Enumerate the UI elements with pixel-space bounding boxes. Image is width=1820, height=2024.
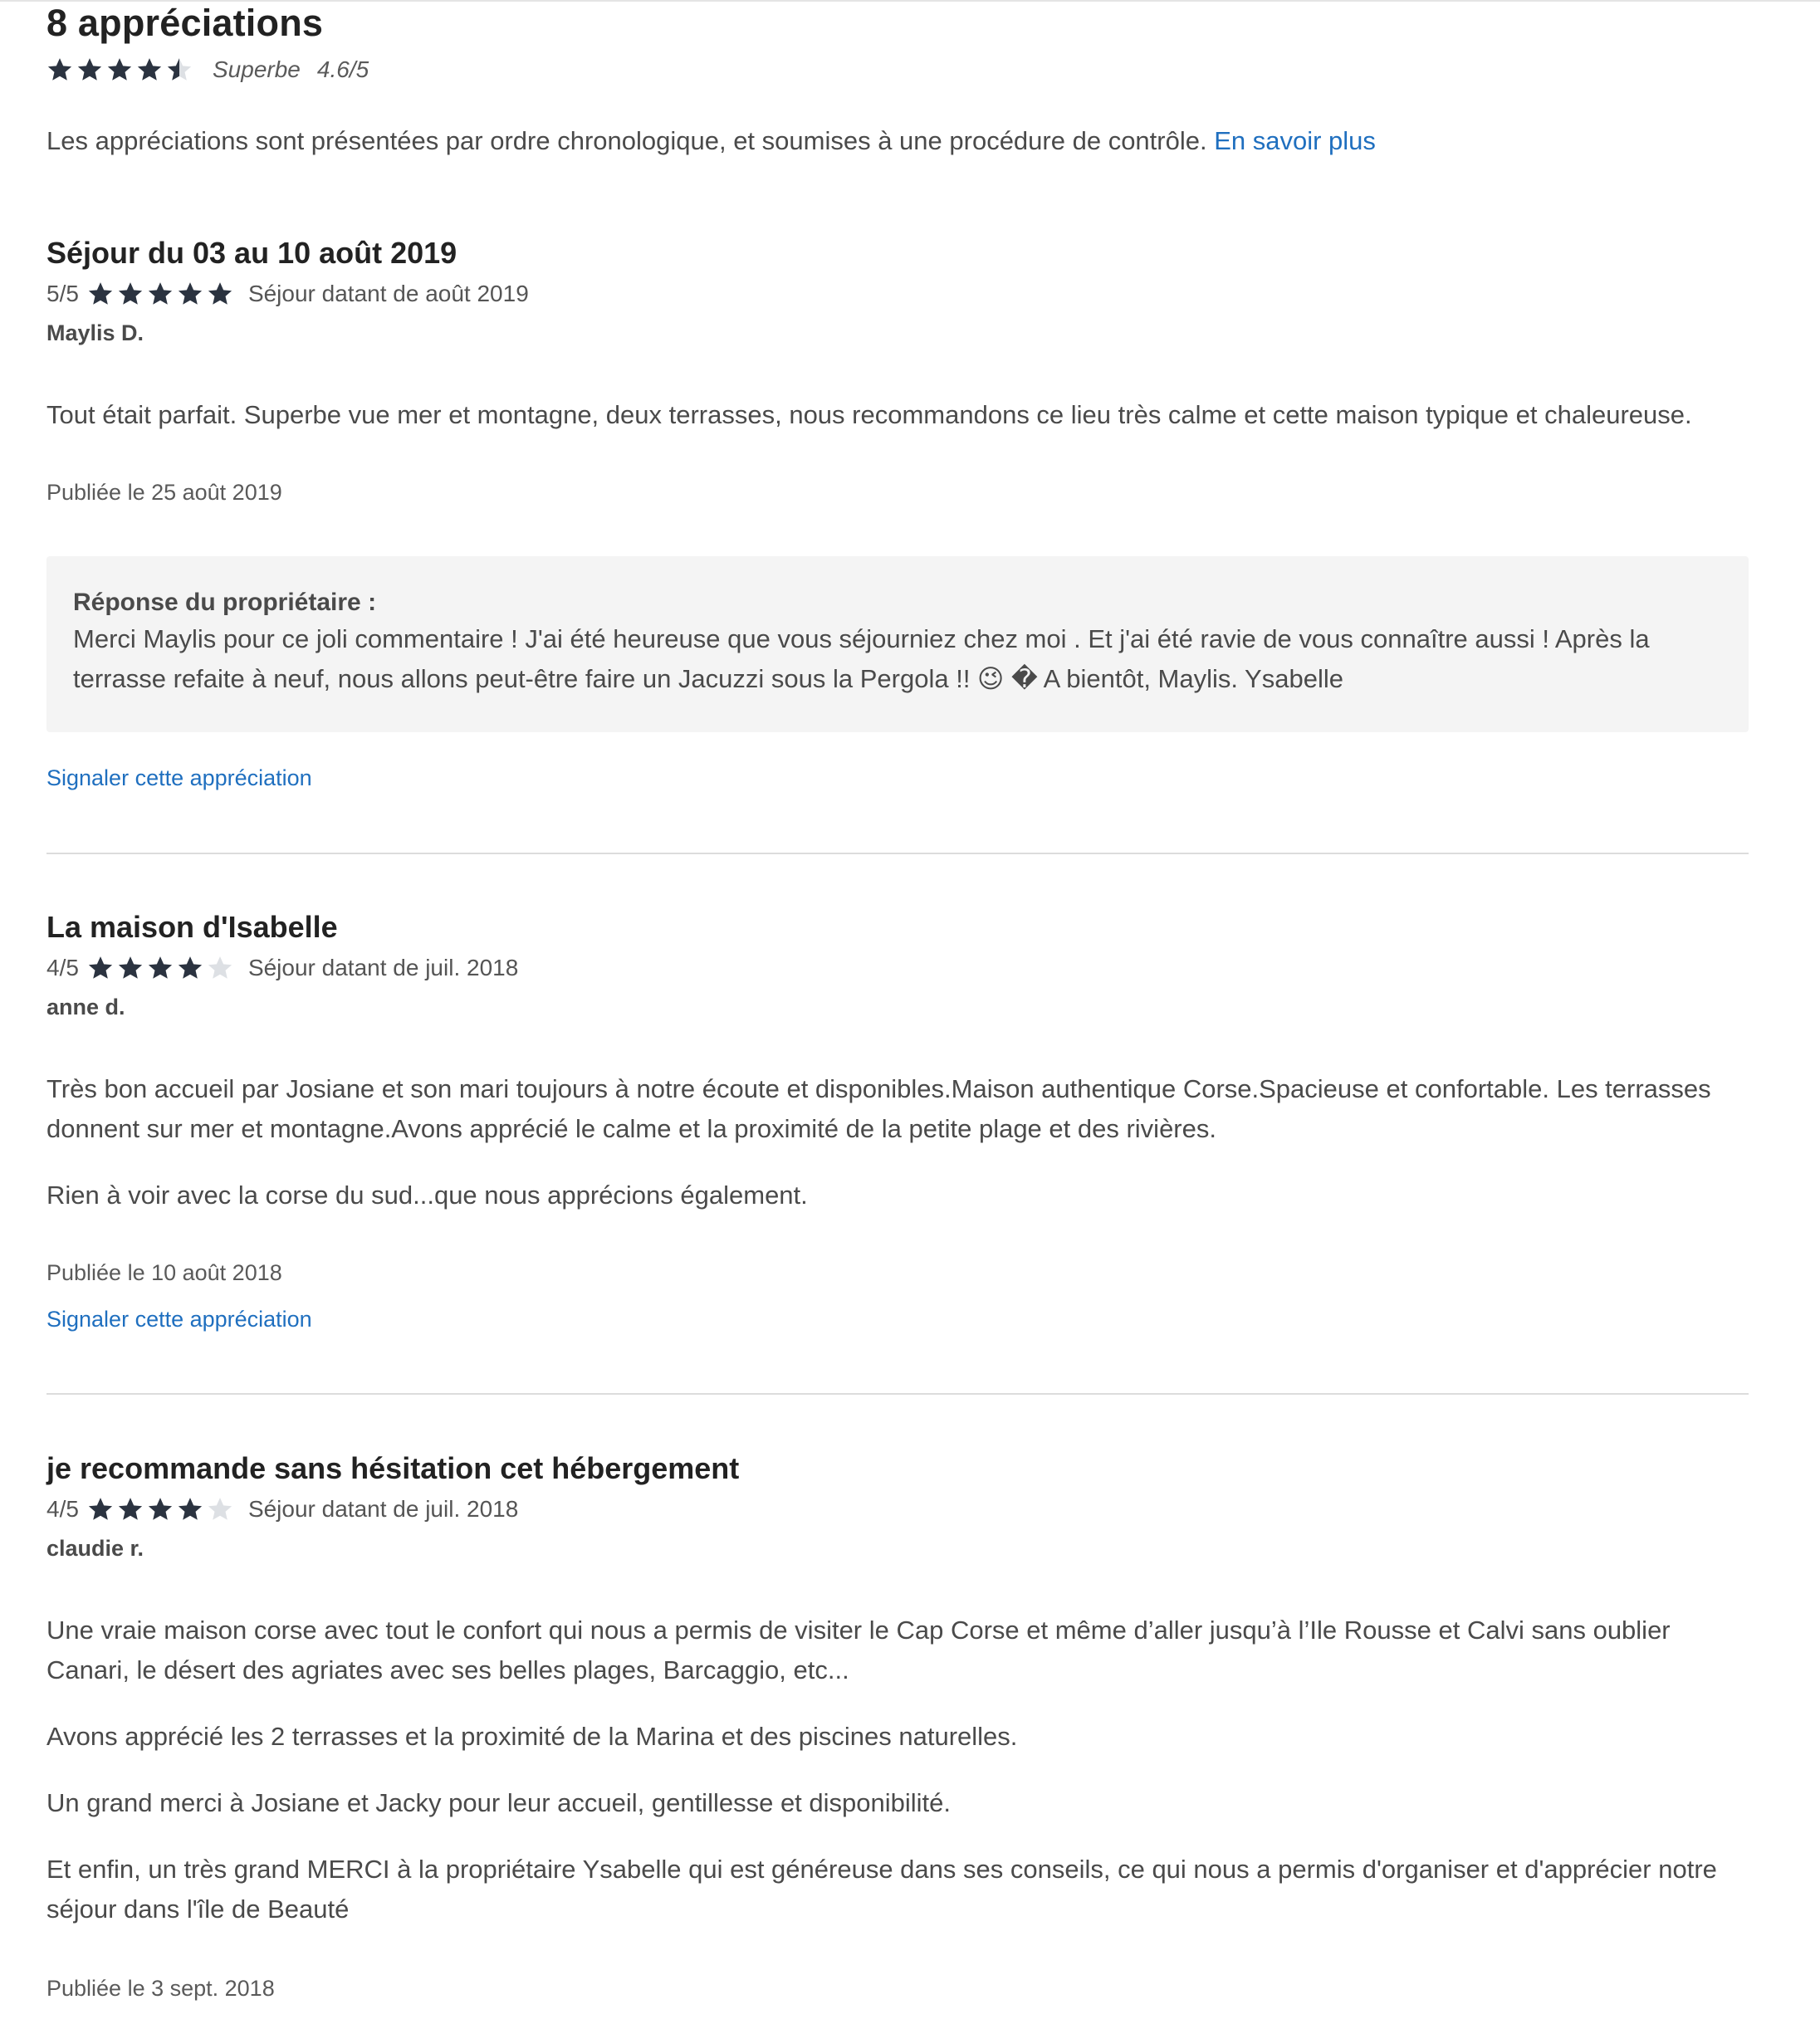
overall-rating-label: Superbe [213, 56, 301, 82]
star-half-icon [167, 58, 192, 81]
star-filled-icon [178, 282, 203, 305]
star-filled-icon [118, 282, 143, 305]
review-score: 4/5 [46, 1496, 79, 1522]
review-stay-date: Séjour datant de août 2019 [247, 281, 529, 306]
review-text: Une vraie maison corse avec tout le conf… [46, 1616, 1671, 1684]
review-stars [87, 281, 233, 307]
review-text: Avons apprécié les 2 terrasses et la pro… [46, 1722, 1018, 1751]
star-empty-icon [208, 956, 232, 979]
star-filled-icon [148, 282, 173, 305]
review-divider [46, 853, 1749, 854]
star-empty-icon [208, 1498, 232, 1520]
review-stars [87, 955, 233, 981]
owner-response: Réponse du propriétaire : Merci Maylis p… [46, 556, 1749, 732]
review-score: 4/5 [46, 955, 79, 980]
star-filled-icon [118, 956, 143, 979]
owner-response-text: Merci Maylis pour ce joli commentaire ! … [73, 624, 1650, 693]
star-filled-icon [77, 58, 102, 81]
reviews-intro: Les appréciations sont présentées par or… [46, 126, 1376, 156]
star-filled-icon [88, 282, 113, 305]
star-filled-icon [47, 58, 72, 81]
review-text: Un grand merci à Josiane et Jacky pour l… [46, 1788, 952, 1817]
star-filled-icon [148, 956, 173, 979]
star-filled-icon [107, 58, 132, 81]
learn-more-link[interactable]: En savoir plus [1214, 126, 1376, 155]
star-filled-icon [88, 1498, 113, 1520]
review-text: Rien à voir avec la corse du sud...que n… [46, 1181, 808, 1210]
reviews-count-title: 8 appréciations [46, 2, 324, 44]
star-filled-icon [178, 956, 203, 979]
star-filled-icon [118, 1498, 143, 1520]
review-rating: 4/5 Séjour datant de juil. 2018 [46, 1493, 518, 1526]
review-divider [46, 1393, 1749, 1395]
star-filled-icon [148, 1498, 173, 1520]
review-stay-date: Séjour datant de juil. 2018 [247, 955, 519, 980]
reviews-intro-text: Les appréciations sont présentées par or… [46, 126, 1215, 155]
review-rating: 5/5 Séjour datant de août 2019 [46, 277, 529, 310]
review-author: Maylis D. [46, 320, 144, 345]
overall-rating-score: 4.6/5 [316, 56, 369, 82]
review-title: je recommande sans hésitation cet héberg… [46, 1451, 740, 1485]
star-filled-icon [208, 282, 232, 305]
star-filled-icon [137, 58, 162, 81]
owner-response-label: Réponse du propriétaire : [73, 589, 377, 616]
review-published-date: Publiée le 3 sept. 2018 [46, 1976, 275, 2001]
review-title: Séjour du 03 au 10 août 2019 [46, 236, 457, 270]
review-text: Et enfin, un très grand MERCI à la propr… [46, 1855, 1717, 1924]
review-title: La maison d'Isabelle [46, 910, 338, 944]
star-filled-icon [88, 956, 113, 979]
report-review-link[interactable]: Signaler cette appréciation [46, 1307, 312, 1332]
overall-star-rating [46, 56, 193, 83]
review-score: 5/5 [46, 281, 79, 306]
review-published-date: Publiée le 10 août 2018 [46, 1260, 282, 1285]
review-text: Très bon accueil par Josiane et son mari… [46, 1074, 1711, 1143]
review-published-date: Publiée le 25 août 2019 [46, 480, 282, 505]
review-text: Tout était parfait. Superbe vue mer et m… [46, 400, 1692, 429]
star-filled-icon [178, 1498, 203, 1520]
review-rating: 4/5 Séjour datant de juil. 2018 [46, 951, 518, 985]
review-stay-date: Séjour datant de juil. 2018 [247, 1496, 519, 1522]
report-review-link[interactable]: Signaler cette appréciation [46, 765, 312, 791]
review-author: anne d. [46, 995, 125, 1019]
overall-rating: Superbe 4.6/5 [46, 53, 369, 86]
review-stars [87, 1496, 233, 1523]
review-author: claudie r. [46, 1536, 144, 1561]
